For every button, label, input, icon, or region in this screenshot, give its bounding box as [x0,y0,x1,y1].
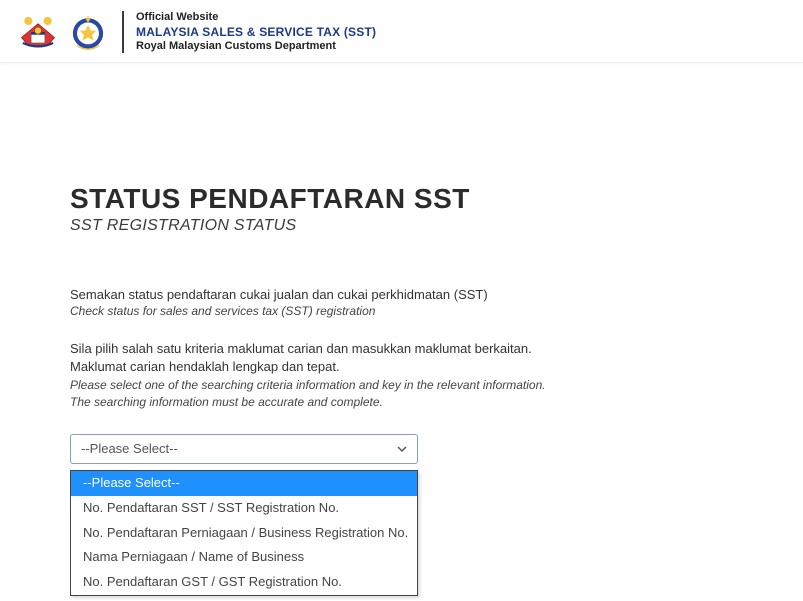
description-primary: Semakan status pendaftaran cukai jualan … [70,287,733,302]
header-official-website: Official Website [136,11,376,25]
criteria-option-business-no[interactable]: No. Pendaftaran Perniagaan / Business Re… [71,521,417,546]
criteria-option-business-name[interactable]: Nama Perniagaan / Name of Business [71,545,417,570]
criteria-option-sst-no[interactable]: No. Pendaftaran SST / SST Registration N… [71,496,417,521]
chevron-down-icon [395,442,409,456]
header: Official Website MALAYSIA SALES & SERVIC… [0,0,803,63]
header-site-title: MALAYSIA SALES & SERVICE TAX (SST) [136,25,376,40]
crest-icon-malaysia [16,10,60,54]
page-subtitle: SST REGISTRATION STATUS [70,217,733,235]
criteria-option-gst-no[interactable]: No. Pendaftaran GST / GST Registration N… [71,570,417,595]
description-primary-en: Check status for sales and services tax … [70,304,733,318]
instructions-en-line1: Please select one of the searching crite… [70,378,546,392]
instructions-primary-en: Please select one of the searching crite… [70,377,733,412]
crest-icon-customs [66,10,110,54]
header-text: Official Website MALAYSIA SALES & SERVIC… [122,11,376,54]
header-crests [16,10,110,54]
instructions-line2: Maklumat carian hendaklah lengkap dan te… [70,359,340,374]
criteria-select[interactable]: --Please Select-- [70,434,418,464]
instructions-primary: Sila pilih salah satu kriteria maklumat … [70,340,733,375]
criteria-select-wrap: --Please Select-- --Please Select-- No. … [70,434,418,464]
instructions-en-line2: The searching information must be accura… [70,395,383,409]
content: STATUS PENDAFTARAN SST SST REGISTRATION … [0,63,803,464]
criteria-option-placeholder[interactable]: --Please Select-- [71,471,417,496]
header-department: Royal Malaysian Customs Department [136,40,376,54]
instructions-line1: Sila pilih salah satu kriteria maklumat … [70,341,532,356]
criteria-dropdown: --Please Select-- No. Pendaftaran SST / … [70,470,418,596]
page-title: STATUS PENDAFTARAN SST [70,183,733,215]
criteria-select-value: --Please Select-- [81,441,178,456]
